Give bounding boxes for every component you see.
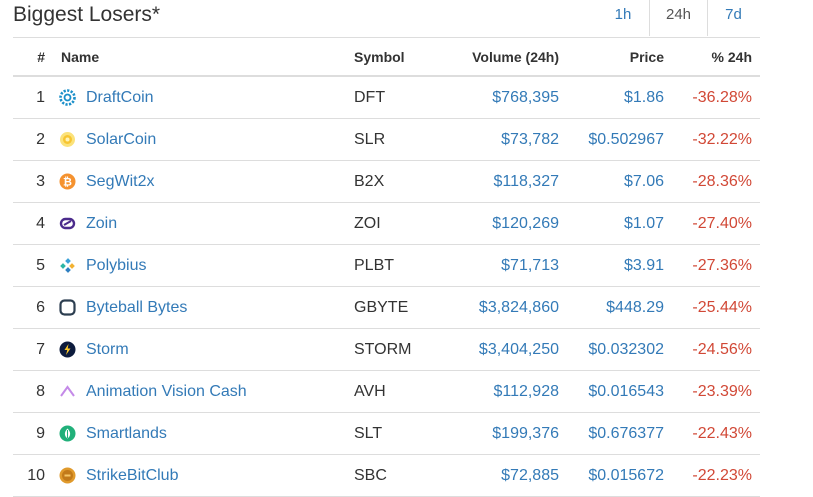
coin-volume-link[interactable]: $72,885 bbox=[433, 455, 559, 496]
coin-price-link[interactable]: $0.032302 bbox=[573, 329, 664, 370]
table-row: 10 StrikeBitClub SBC $72,885 $0.015672 -22.23… bbox=[13, 455, 760, 497]
coin-volume-link[interactable]: $768,395 bbox=[433, 77, 559, 118]
coin-price-link[interactable]: $0.676377 bbox=[573, 413, 664, 454]
table-row: 5 Polybius PLBT $71,713 $3.91 -27.36% bbox=[13, 245, 760, 287]
coin-change: -27.36% bbox=[692, 257, 752, 274]
coin-name-link[interactable]: Polybius bbox=[86, 245, 146, 286]
table-row: 1 DraftCoin DFT $768,395 $1.86 -36.28% bbox=[13, 77, 760, 119]
coin-volume-link[interactable]: $73,782 bbox=[433, 119, 559, 160]
header-price[interactable]: Price bbox=[573, 38, 664, 76]
coin-volume-link[interactable]: $199,376 bbox=[433, 413, 559, 454]
coin-symbol: SLR bbox=[354, 131, 386, 148]
coin-change: -23.39% bbox=[692, 383, 752, 400]
row-rank: 5 bbox=[36, 257, 45, 274]
coin-price-link[interactable]: $0.502967 bbox=[573, 119, 664, 160]
coin-symbol: DFT bbox=[354, 89, 386, 106]
tab-7d[interactable]: 7d bbox=[707, 0, 760, 36]
tab-1h[interactable]: 1h bbox=[597, 0, 649, 36]
coin-name-link[interactable]: SolarCoin bbox=[86, 119, 156, 160]
polybius-icon bbox=[59, 257, 76, 274]
row-rank: 6 bbox=[36, 299, 45, 316]
table-row: 9 Smartlands SLT $199,376 $0.676377 -22.43% bbox=[13, 413, 760, 455]
coin-price-link[interactable]: $1.07 bbox=[573, 203, 664, 244]
row-rank: 10 bbox=[27, 467, 45, 484]
tab-24h[interactable]: 24h bbox=[649, 0, 708, 36]
coin-price-link[interactable]: $3.91 bbox=[573, 245, 664, 286]
table-row: 7 Storm STORM $3,404,250 $0.032302 -24.56% bbox=[13, 329, 760, 371]
coin-volume-link[interactable]: $3,404,250 bbox=[433, 329, 559, 370]
header-change[interactable]: % 24h bbox=[673, 38, 752, 76]
losers-table: # Name Symbol Volume (24h) Price % 24h 1… bbox=[13, 37, 760, 497]
coin-symbol: B2X bbox=[354, 173, 385, 190]
coin-symbol: SBC bbox=[354, 467, 387, 484]
table-row: 4 Zoin ZOI $120,269 $1.07 -27.40% bbox=[13, 203, 760, 245]
coin-volume-link[interactable]: $118,327 bbox=[433, 161, 559, 202]
coin-change: -22.23% bbox=[692, 467, 752, 484]
coin-name-link[interactable]: DraftCoin bbox=[86, 77, 154, 118]
coin-name-link[interactable]: StrikeBitClub bbox=[86, 455, 178, 496]
table-row: 8 Animation Vision Cash AVH $112,928 $0.0165… bbox=[13, 371, 760, 413]
row-rank: 9 bbox=[36, 425, 45, 442]
svg-text:₿: ₿ bbox=[63, 176, 72, 189]
animation-vision-cash-icon bbox=[59, 383, 76, 400]
coin-symbol: STORM bbox=[354, 341, 412, 358]
coin-change: -25.44% bbox=[692, 299, 752, 316]
coin-change: -24.56% bbox=[692, 341, 752, 358]
table-row: 6 Byteball Bytes GBYTE $3,824,860 $448.29 -25… bbox=[13, 287, 760, 329]
row-rank: 2 bbox=[36, 131, 45, 148]
header-rank[interactable]: # bbox=[13, 38, 45, 76]
coin-volume-link[interactable]: $3,824,860 bbox=[433, 287, 559, 328]
segwit2x-icon: ₿ bbox=[59, 173, 76, 190]
table-header: # Name Symbol Volume (24h) Price % 24h bbox=[13, 38, 760, 77]
coin-symbol: ZOI bbox=[354, 215, 381, 232]
coin-symbol: AVH bbox=[354, 383, 386, 400]
coin-change: -32.22% bbox=[692, 131, 752, 148]
header-name[interactable]: Name bbox=[61, 38, 99, 76]
coin-price-link[interactable]: $0.016543 bbox=[573, 371, 664, 412]
coin-volume-link[interactable]: $112,928 bbox=[433, 371, 559, 412]
strikebitclub-icon bbox=[59, 467, 76, 484]
page-title: Biggest Losers* bbox=[13, 3, 161, 26]
byteball-icon bbox=[59, 299, 76, 316]
table-row: 2 SolarCoin SLR $73,782 $0.502967 -32.22% bbox=[13, 119, 760, 161]
coin-name-link[interactable]: Byteball Bytes bbox=[86, 287, 187, 328]
coin-name-link[interactable]: SegWit2x bbox=[86, 161, 154, 202]
coin-price-link[interactable]: $448.29 bbox=[573, 287, 664, 328]
table-row: 3 ₿ SegWit2x B2X $118,327 $7.06 -28.36% bbox=[13, 161, 760, 203]
header-symbol[interactable]: Symbol bbox=[354, 38, 405, 76]
coin-change: -22.43% bbox=[692, 425, 752, 442]
coin-name-link[interactable]: Zoin bbox=[86, 203, 117, 244]
row-rank: 1 bbox=[36, 89, 45, 106]
smartlands-icon bbox=[59, 425, 76, 442]
row-rank: 3 bbox=[36, 173, 45, 190]
row-rank: 8 bbox=[36, 383, 45, 400]
coin-name-link[interactable]: Animation Vision Cash bbox=[86, 371, 247, 412]
coin-change: -27.40% bbox=[692, 215, 752, 232]
coin-volume-link[interactable]: $71,713 bbox=[433, 245, 559, 286]
zoin-icon bbox=[59, 215, 76, 232]
row-rank: 4 bbox=[36, 215, 45, 232]
coin-symbol: GBYTE bbox=[354, 299, 409, 316]
coin-volume-link[interactable]: $120,269 bbox=[433, 203, 559, 244]
solarcoin-icon bbox=[59, 131, 76, 148]
header-volume[interactable]: Volume (24h) bbox=[433, 38, 559, 76]
coin-price-link[interactable]: $7.06 bbox=[573, 161, 664, 202]
coin-name-link[interactable]: Smartlands bbox=[86, 413, 167, 454]
row-rank: 7 bbox=[36, 341, 45, 358]
draftcoin-icon bbox=[59, 89, 76, 106]
coin-change: -36.28% bbox=[692, 89, 752, 106]
coin-symbol: PLBT bbox=[354, 257, 395, 274]
coin-name-link[interactable]: Storm bbox=[86, 329, 129, 370]
coin-price-link[interactable]: $1.86 bbox=[573, 77, 664, 118]
coin-symbol: SLT bbox=[354, 425, 383, 442]
coin-price-link[interactable]: $0.015672 bbox=[573, 455, 664, 496]
storm-icon bbox=[59, 341, 76, 358]
coin-change: -28.36% bbox=[692, 173, 752, 190]
